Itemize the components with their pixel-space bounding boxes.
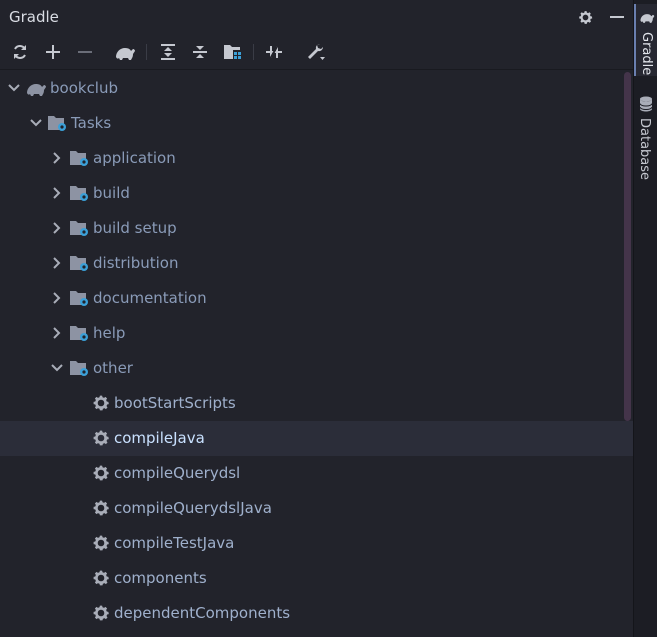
task-folder-icon (70, 361, 88, 376)
task-folder-icon (70, 326, 88, 341)
group-label: other (93, 359, 133, 377)
task-label: compileQuerydslJava (114, 499, 272, 517)
tree-node-group[interactable]: other (0, 351, 633, 386)
chevron-down-icon[interactable] (6, 80, 22, 96)
chevron-right-icon[interactable] (49, 185, 65, 201)
chevron-down-icon[interactable] (28, 115, 44, 131)
tree-node-project[interactable]: bookclub (0, 71, 633, 106)
chevron-right-icon[interactable] (49, 325, 65, 341)
minimize-icon[interactable] (606, 6, 628, 28)
group-label: distribution (93, 254, 179, 272)
gear-icon (93, 605, 109, 621)
chevron-right-icon[interactable] (49, 290, 65, 306)
database-icon (639, 96, 653, 112)
tree-node-group[interactable]: build setup (0, 211, 633, 246)
tree-node-group[interactable]: documentation (0, 281, 633, 316)
group-label: application (93, 149, 176, 167)
task-folder-icon (70, 221, 88, 236)
add-icon[interactable] (41, 40, 65, 64)
group-label: build (93, 184, 130, 202)
right-tool-stripe: Gradle Database (633, 0, 657, 637)
task-folder-icon (70, 151, 88, 166)
tab-gradle-label: Gradle (639, 32, 654, 76)
chevron-right-icon[interactable] (49, 150, 65, 166)
task-label: components (114, 569, 207, 587)
refresh-icon[interactable] (8, 40, 32, 64)
toolbar-separator (253, 44, 254, 60)
task-label: dependentComponents (114, 604, 291, 622)
toolbar-separator (146, 44, 147, 60)
tree-node-task[interactable]: dependentComponents (0, 596, 633, 631)
task-folder-icon (70, 186, 88, 201)
group-label: help (93, 324, 126, 342)
gradle-elephant-icon[interactable] (113, 40, 137, 64)
tree-node-group[interactable]: help (0, 316, 633, 351)
gear-icon (93, 465, 109, 481)
task-label: compileTestJava (114, 534, 235, 552)
tree-node-task[interactable]: compileTestJava (0, 526, 633, 561)
gradle-elephant-icon (27, 84, 46, 96)
gradle-tool-window: Gradle bookclub Tasks application build … (0, 0, 633, 637)
toggle-offline-icon[interactable] (262, 40, 286, 64)
tasks-folder-label: Tasks (71, 114, 112, 132)
tab-gradle[interactable]: Gradle (634, 4, 657, 76)
task-label: compileQuerydsl (114, 464, 241, 482)
tool-window-header: Gradle (0, 0, 633, 34)
tree-node-tasks[interactable]: Tasks (0, 106, 633, 141)
task-folder-icon (48, 116, 66, 131)
task-label: bootStartScripts (114, 394, 236, 412)
remove-icon[interactable] (73, 40, 97, 64)
gear-icon (93, 535, 109, 551)
tree-node-task[interactable]: compileQuerydsl (0, 456, 633, 491)
task-folder-icon (70, 291, 88, 306)
expand-all-icon[interactable] (156, 40, 180, 64)
gradle-elephant-icon (640, 14, 655, 23)
tree-node-group[interactable]: distribution (0, 246, 633, 281)
vertical-scrollbar[interactable] (624, 72, 631, 421)
build-tool-settings-icon[interactable] (304, 40, 328, 64)
task-label: compileJava (114, 429, 205, 447)
tab-database[interactable]: Database (634, 90, 657, 180)
tool-window-title: Gradle (9, 8, 59, 26)
gradle-task-tree[interactable]: bookclub Tasks application build build s… (0, 71, 633, 637)
chevron-right-icon[interactable] (49, 255, 65, 271)
gear-icon (93, 570, 109, 586)
tab-database-label: Database (637, 118, 652, 181)
tree-node-task-selected[interactable]: compileJava (0, 421, 633, 456)
group-label: documentation (93, 289, 207, 307)
tree-node-task[interactable]: compileQuerydslJava (0, 491, 633, 526)
group-modules-icon[interactable] (221, 40, 245, 64)
tree-node-group[interactable]: application (0, 141, 633, 176)
project-label: bookclub (50, 79, 119, 97)
gear-icon (93, 500, 109, 516)
group-label: build setup (93, 219, 177, 237)
gear-icon (93, 430, 109, 446)
gradle-toolbar (0, 34, 633, 70)
collapse-all-icon[interactable] (188, 40, 212, 64)
chevron-right-icon[interactable] (49, 220, 65, 236)
tree-node-task[interactable]: bootStartScripts (0, 386, 633, 421)
gear-icon (93, 395, 109, 411)
tree-node-task[interactable]: components (0, 561, 633, 596)
tree-node-group[interactable]: build (0, 176, 633, 211)
task-folder-icon (70, 256, 88, 271)
chevron-down-icon[interactable] (49, 360, 65, 376)
gear-icon[interactable] (574, 6, 596, 28)
